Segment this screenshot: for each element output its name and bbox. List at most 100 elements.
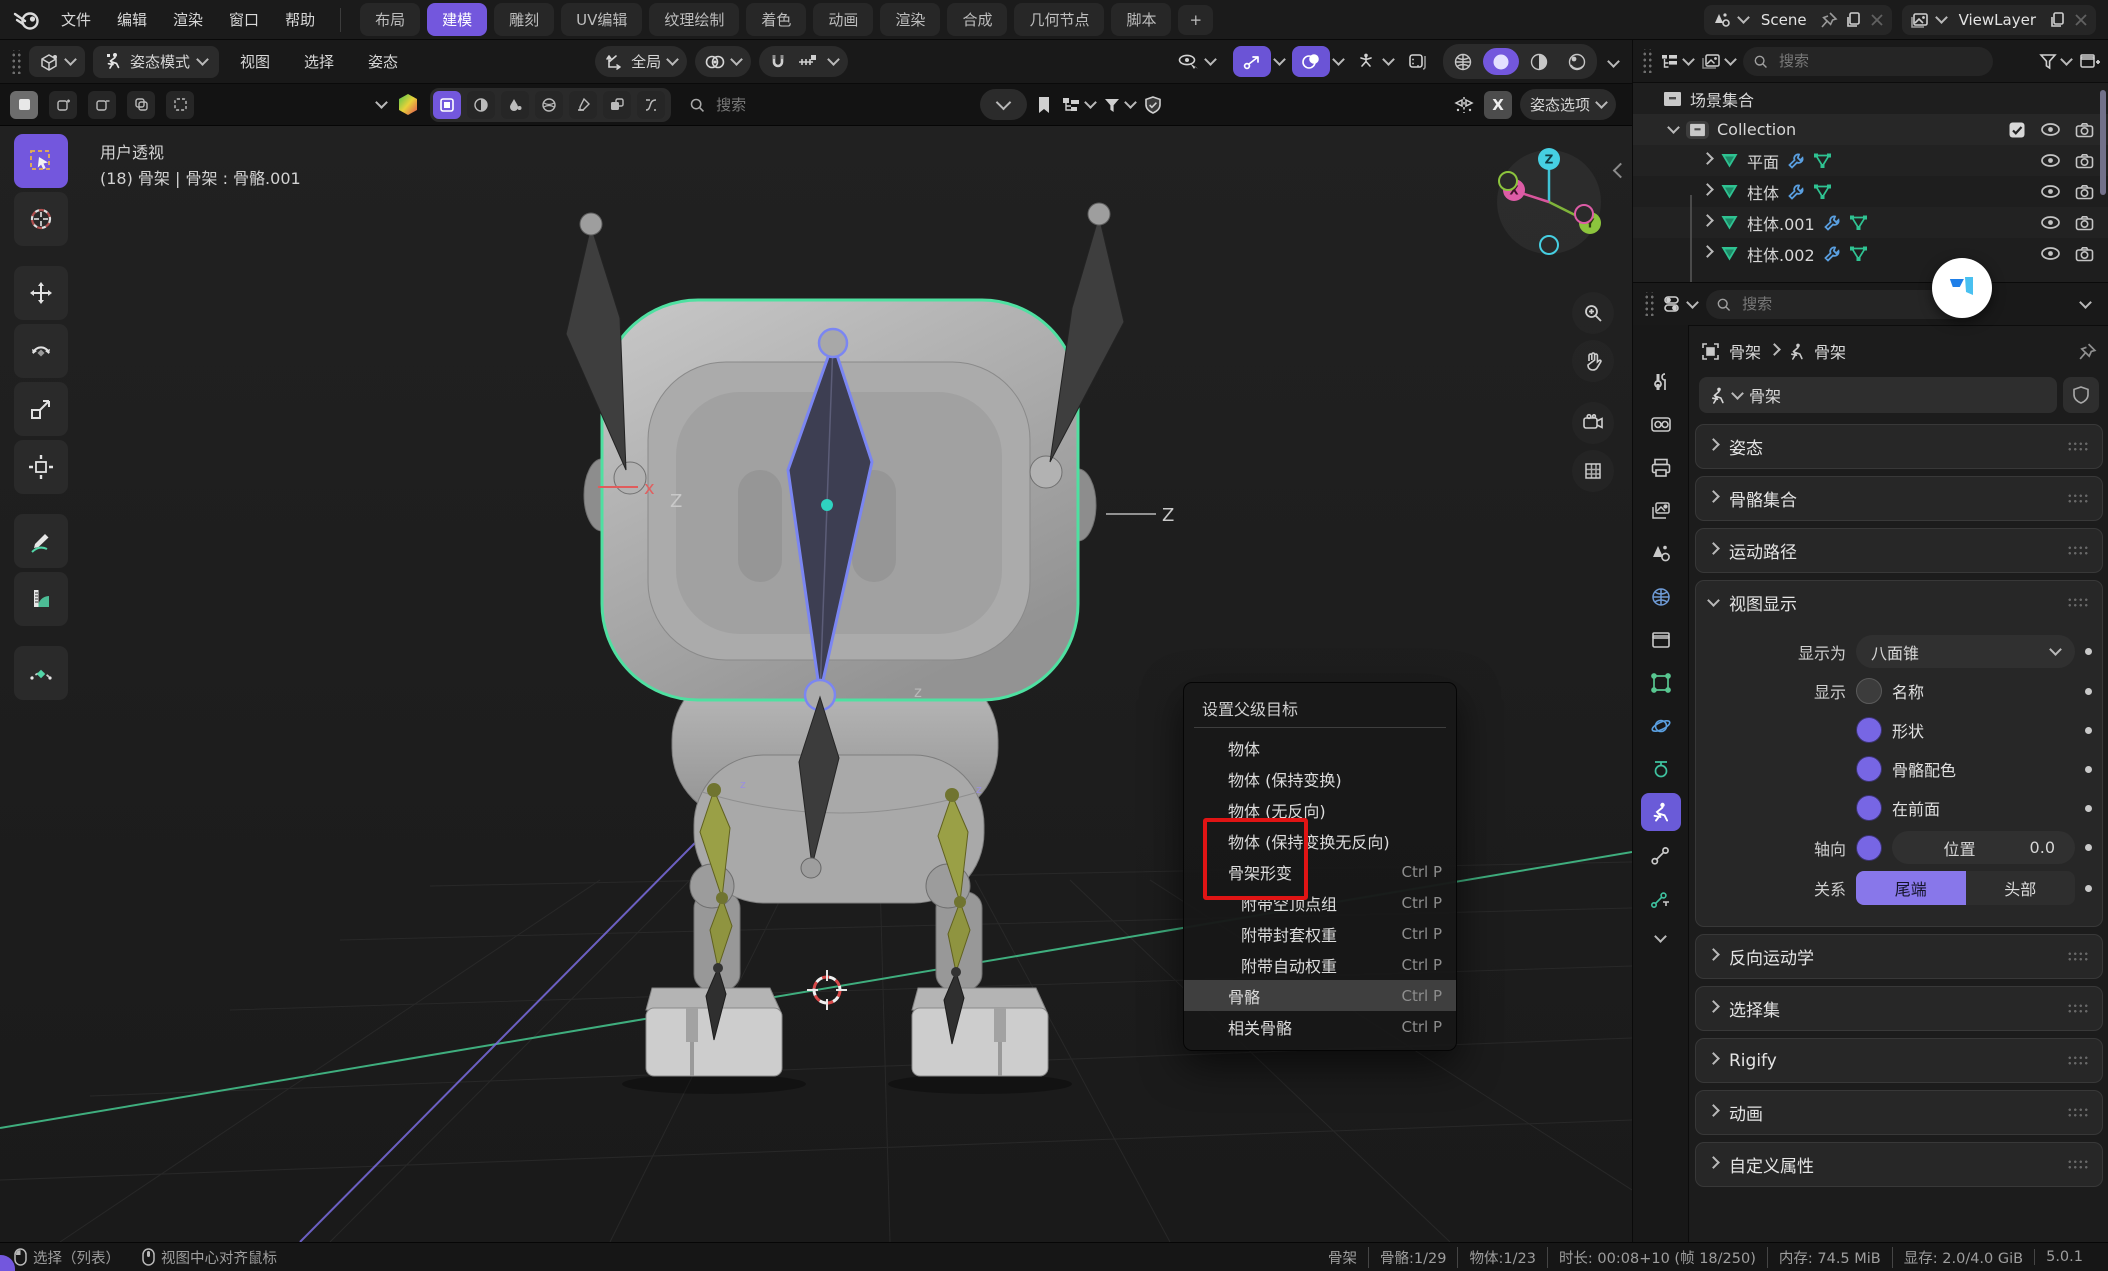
tool-move[interactable] <box>14 266 68 320</box>
scene-name[interactable]: Scene <box>1755 11 1813 29</box>
workspace-tab-animation[interactable]: 动画 <box>813 3 873 36</box>
outliner-row-collection[interactable]: Collection <box>1633 114 2108 145</box>
menu-item-bone[interactable]: 骨骼Ctrl P <box>1184 980 1456 1011</box>
menu-item-envelope-weights[interactable]: 附带封套权重Ctrl P <box>1184 918 1456 949</box>
properties-tab-physics[interactable] <box>1641 707 1681 745</box>
chevron-down-icon[interactable] <box>1607 55 1620 68</box>
modifier-wrench-icon[interactable] <box>1823 245 1841 263</box>
filter-droplet-icon[interactable] <box>501 91 529 119</box>
mesh-data-icon[interactable] <box>1849 245 1868 262</box>
camera-visibility-icon[interactable] <box>2075 122 2094 138</box>
filter-globe-icon[interactable] <box>535 91 563 119</box>
expand-icon[interactable] <box>1667 121 1680 134</box>
relations-tail-button[interactable]: 尾端 <box>1856 871 1966 905</box>
filter-brush-icon[interactable] <box>569 91 597 119</box>
tool-search-input[interactable] <box>714 95 962 115</box>
workspace-tab-rendering[interactable]: 渲染 <box>880 3 940 36</box>
properties-tab-bone-constraints[interactable] <box>1641 879 1681 917</box>
mode-dropdown[interactable]: 姿态模式 <box>93 46 219 78</box>
pan-hand-button[interactable] <box>1572 340 1614 382</box>
mesh-data-icon[interactable] <box>1849 214 1868 231</box>
properties-tab-tool[interactable] <box>1641 363 1681 401</box>
panel-inverse-kinematics[interactable]: 反向运动学 <box>1695 934 2103 979</box>
3d-viewport[interactable]: x Z Z z z z 用户透视 (18) 骨架 | 骨架 : 骨骼.001 <box>0 126 1632 1242</box>
bookmark-icon[interactable] <box>1035 95 1053 115</box>
menu-select[interactable]: 选择 <box>291 46 347 77</box>
catalog-dropdown[interactable] <box>1061 96 1095 114</box>
axes-position-slider[interactable]: 位置 0.0 <box>1892 831 2075 864</box>
tool-cursor[interactable] <box>14 192 68 246</box>
outliner-row-object[interactable]: 柱体.001 <box>1633 207 2108 238</box>
toggle-ortho-button[interactable] <box>1572 450 1614 492</box>
workspace-tab-shading[interactable]: 着色 <box>746 3 806 36</box>
properties-tab-view-layer[interactable] <box>1641 492 1681 530</box>
show-gizmo-toggle[interactable] <box>1233 46 1271 77</box>
modifier-wrench-icon[interactable] <box>1787 183 1805 201</box>
workspace-tab-scripting[interactable]: 脚本 <box>1111 3 1171 36</box>
outliner-row-object[interactable]: 柱体 <box>1633 176 2108 207</box>
tool-transform[interactable] <box>14 440 68 494</box>
outliner-row-scene-collection[interactable]: 场景集合 <box>1633 83 2108 114</box>
viewlayer-name[interactable]: ViewLayer <box>1953 11 2042 29</box>
workspace-tab-texture-paint[interactable]: 纹理绘制 <box>649 3 739 36</box>
toggle-shapes[interactable] <box>1856 717 1882 743</box>
editor-type-button[interactable] <box>1663 295 1697 313</box>
overlay-app-logo[interactable] <box>1932 258 1992 318</box>
select-mode-extend-button[interactable] <box>49 91 77 119</box>
panel-custom-properties[interactable]: 自定义属性 <box>1695 1142 2103 1187</box>
animate-dot[interactable] <box>2085 766 2092 773</box>
shading-rendered-button[interactable] <box>1559 48 1595 75</box>
region-collapse-icon[interactable] <box>1615 162 1626 180</box>
modifier-wrench-icon[interactable] <box>1787 152 1805 170</box>
animate-dot[interactable] <box>2085 844 2092 851</box>
properties-tab-constraints[interactable] <box>1641 750 1681 788</box>
display-mode-dropdown[interactable] <box>1701 52 1735 70</box>
panel-animation[interactable]: 动画 <box>1695 1090 2103 1135</box>
display-as-dropdown[interactable]: 八面锥 <box>1856 635 2075 668</box>
tool-pose-breakdowner[interactable] <box>14 646 68 700</box>
menu-pose[interactable]: 姿态 <box>355 46 411 77</box>
camera-visibility-icon[interactable] <box>2075 184 2094 200</box>
scrollbar[interactable] <box>2100 90 2106 195</box>
camera-visibility-icon[interactable] <box>2075 246 2094 262</box>
chevron-down-icon[interactable] <box>1273 53 1286 66</box>
tool-measure[interactable] <box>14 572 68 626</box>
select-mode-new-button[interactable] <box>10 91 38 119</box>
visibility-dropdown[interactable] <box>1167 46 1225 77</box>
filter-curve-icon[interactable] <box>637 91 665 119</box>
chevron-down-icon[interactable] <box>1332 53 1345 66</box>
menu-view[interactable]: 视图 <box>227 46 283 77</box>
editor-type-button[interactable] <box>29 46 85 77</box>
pin-icon[interactable] <box>1820 11 1838 29</box>
select-mode-intersect-button[interactable] <box>166 91 194 119</box>
filter-sphere-icon[interactable] <box>467 91 495 119</box>
properties-tab-collection[interactable] <box>1641 621 1681 659</box>
eye-icon[interactable] <box>2040 153 2061 168</box>
camera-visibility-icon[interactable] <box>2075 153 2094 169</box>
toggle-names[interactable] <box>1856 678 1882 704</box>
chevron-down-icon[interactable] <box>2079 296 2092 309</box>
new-viewlayer-icon[interactable] <box>2049 11 2067 29</box>
drag-grip[interactable] <box>1643 292 1654 316</box>
properties-tab-render[interactable] <box>1641 406 1681 444</box>
breadcrumb-object[interactable]: 骨架 <box>1729 339 1761 363</box>
workspace-tab-uv[interactable]: UV编辑 <box>561 3 642 36</box>
tool-annotate[interactable] <box>14 514 68 568</box>
menu-edit[interactable]: 编辑 <box>104 4 160 35</box>
menu-item-object-keep-transform[interactable]: 物体 (保持变换) <box>1184 763 1456 794</box>
new-collection-button[interactable] <box>2079 52 2100 71</box>
fake-user-shield-button[interactable] <box>2063 377 2099 413</box>
chevron-down-icon[interactable] <box>1654 930 1667 943</box>
drag-grip[interactable] <box>10 50 21 74</box>
mirror-x-axis-button[interactable]: X <box>1484 91 1512 119</box>
unlink-scene-icon[interactable] <box>1870 13 1884 27</box>
workspace-tab-geometry-nodes[interactable]: 几何节点 <box>1014 3 1104 36</box>
menu-file[interactable]: 文件 <box>48 4 104 35</box>
workspace-tab-layout[interactable]: 布局 <box>360 3 420 36</box>
filter-swap-icon[interactable] <box>603 91 631 119</box>
pivot-point-dropdown[interactable] <box>695 46 751 77</box>
robot-foot-right[interactable] <box>912 988 1048 1076</box>
select-mode-invert-button[interactable] <box>127 91 155 119</box>
zoom-button[interactable] <box>1572 292 1614 334</box>
animate-dot[interactable] <box>2085 885 2092 892</box>
